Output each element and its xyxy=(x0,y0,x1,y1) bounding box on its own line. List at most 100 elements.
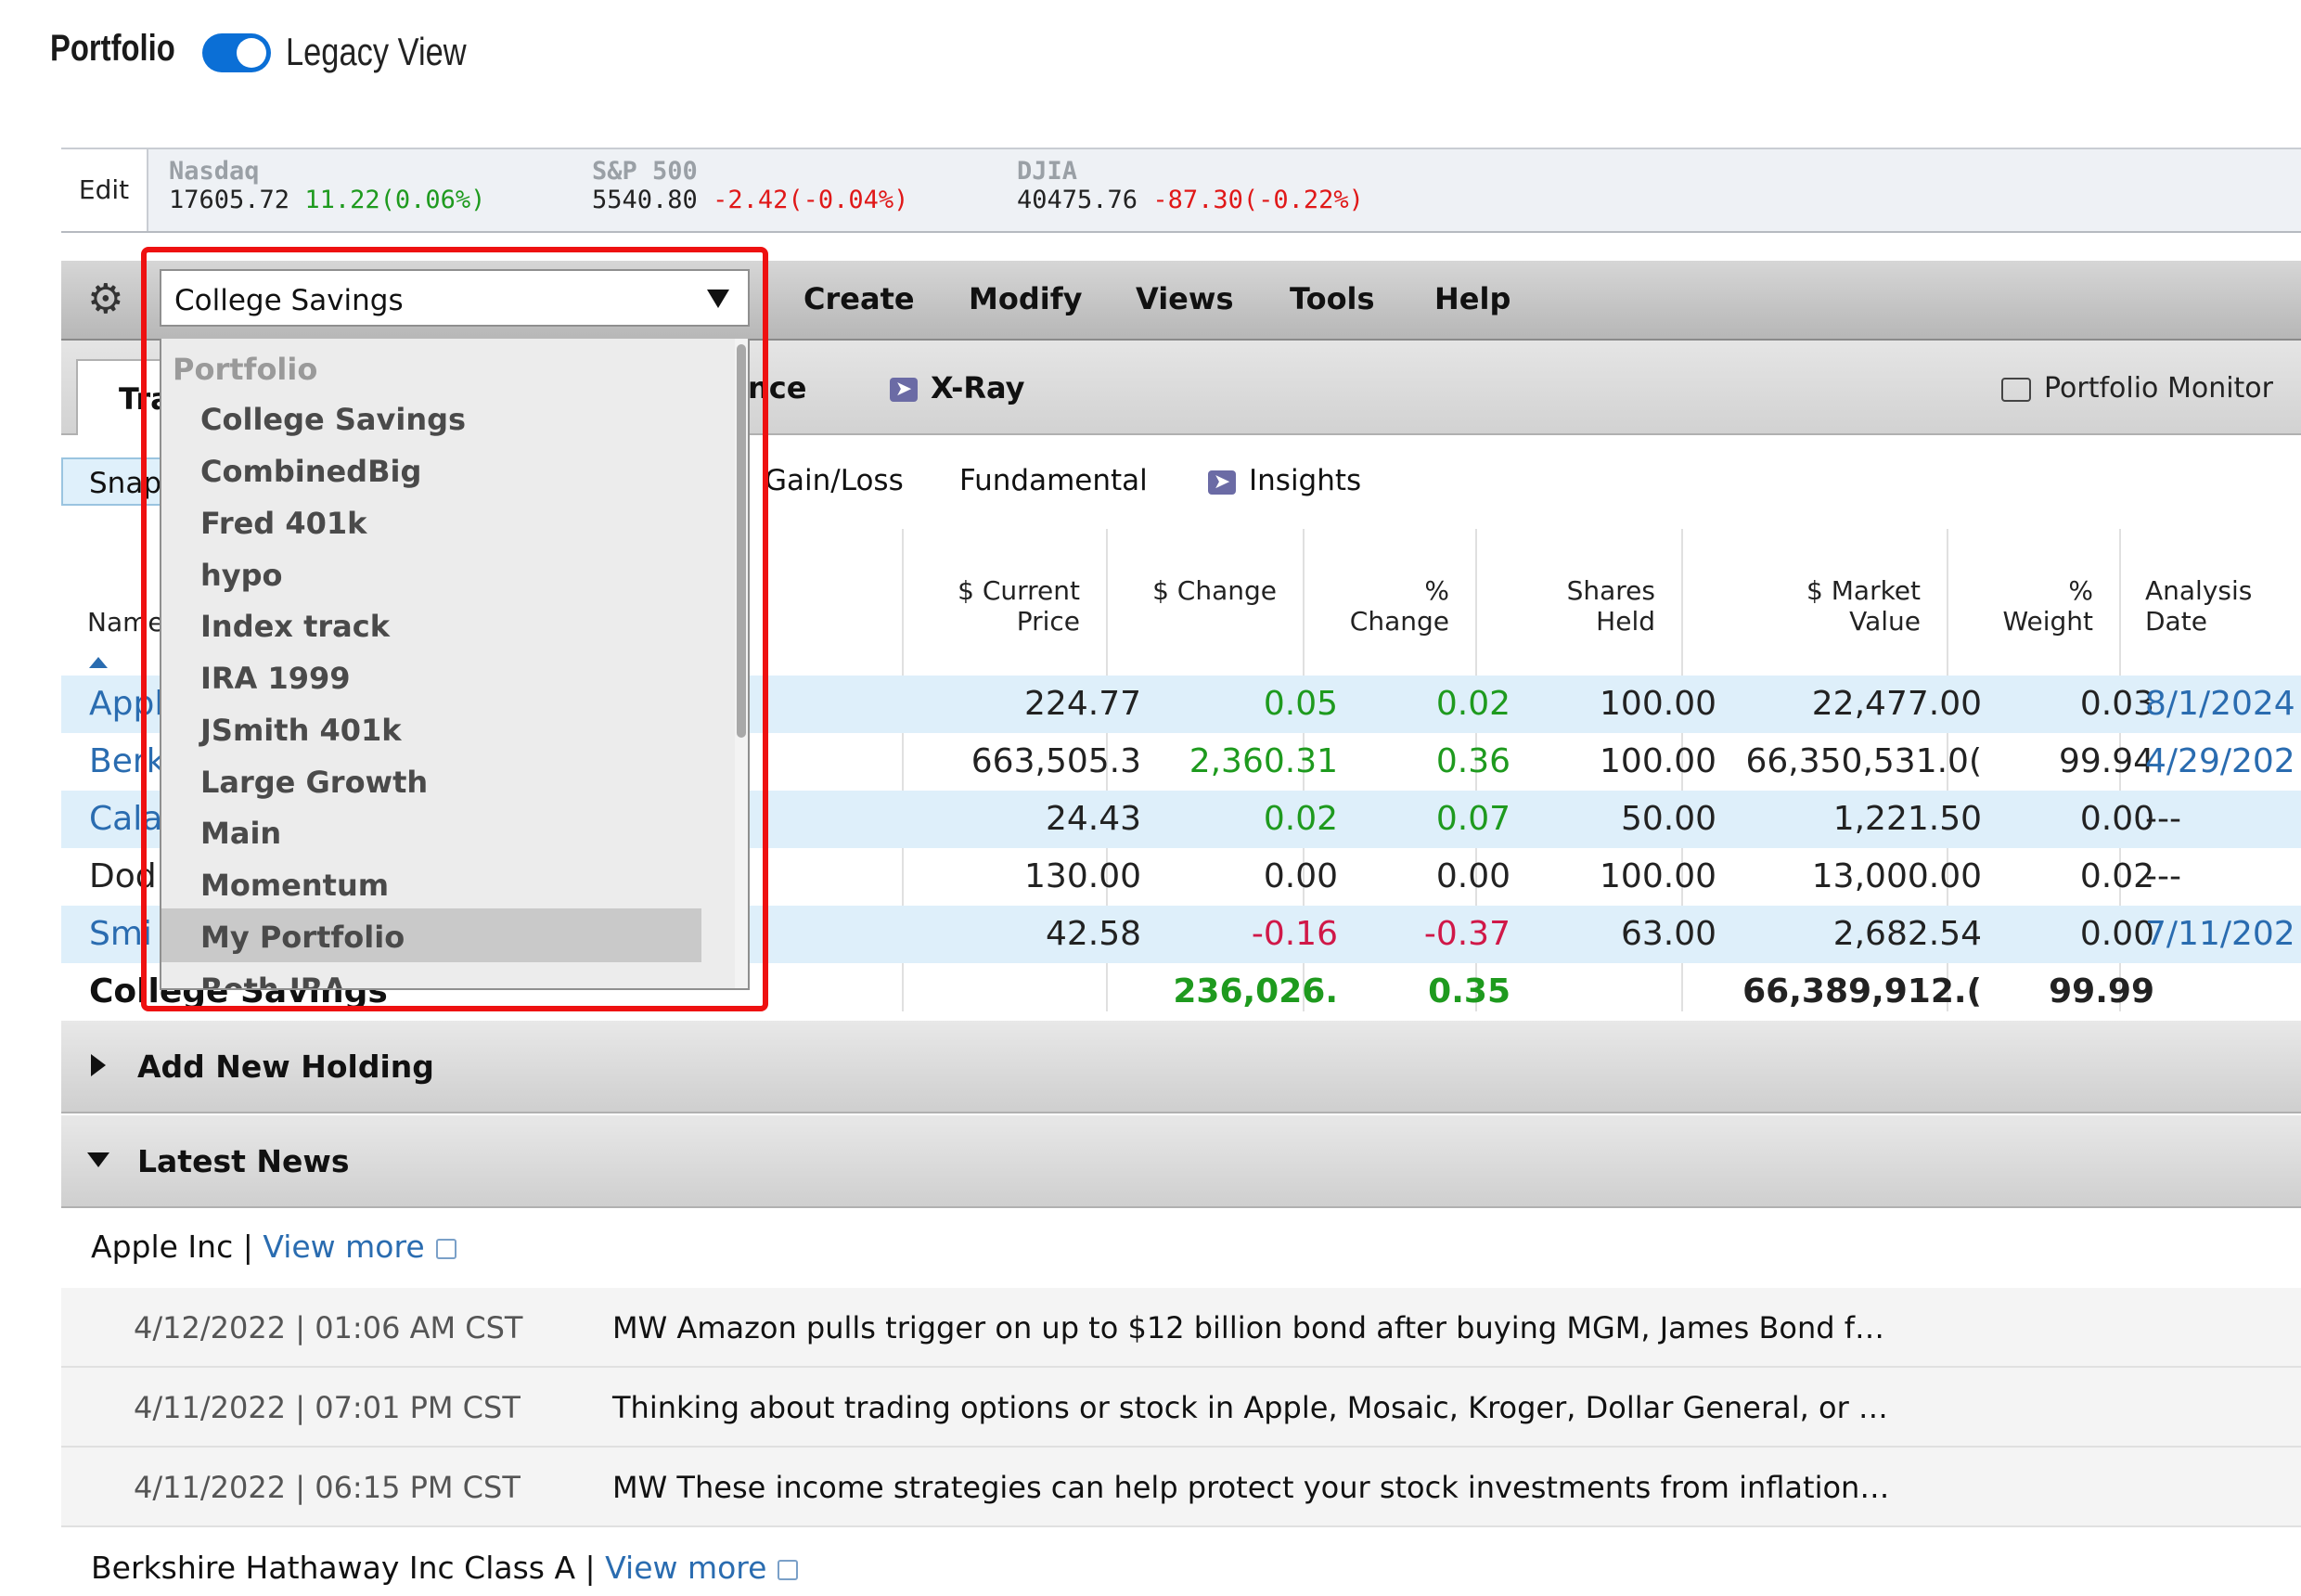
menu-modify[interactable]: Modify xyxy=(969,281,1082,316)
header-line: % xyxy=(2068,575,2093,606)
cell-shares-held: 63.00 xyxy=(1620,915,1716,953)
total-pct-change: 0.35 xyxy=(1428,972,1510,1010)
col-header-weight[interactable]: % Weight xyxy=(1954,575,2093,637)
cell-shares-held: 100.00 xyxy=(1600,857,1716,895)
news-item[interactable]: 4/11/2022 | 07:01 PM CST Thinking about … xyxy=(61,1368,2301,1448)
separator: | xyxy=(242,1229,253,1265)
header-line: $ Change xyxy=(1152,575,1277,606)
col-header-change[interactable]: $ Change xyxy=(1113,575,1277,606)
news-headline[interactable]: MW Amazon pulls trigger on up to $12 bil… xyxy=(612,1310,1884,1345)
cell-pct-change: 0.02 xyxy=(1435,685,1510,723)
header-line: Value xyxy=(1849,606,1921,637)
legacy-view-label: Legacy View xyxy=(286,30,467,73)
news-date: 4/12/2022 | 01:06 AM CST xyxy=(134,1310,523,1345)
index-value: 40475.76 xyxy=(1017,186,1138,214)
portfolio-monitor-link[interactable]: Portfolio Monitor xyxy=(2001,372,2273,405)
header-line: % xyxy=(1424,575,1449,606)
cell-analysis-date-link[interactable]: 7/11/202 xyxy=(2145,915,2295,953)
cell-weight: 99.94 xyxy=(2058,742,2154,780)
collapse-icon xyxy=(87,1152,109,1167)
cell-pct-change: 0.36 xyxy=(1435,742,1510,780)
view-more-link[interactable]: View more xyxy=(263,1229,424,1265)
index-value: 5540.80 xyxy=(592,186,698,214)
cell-pct-change: 0.07 xyxy=(1435,800,1510,838)
index-sp500: S&P 500 5540.80 -2.42(-0.04%) xyxy=(592,157,908,214)
subtab-fundamental[interactable]: Fundamental xyxy=(959,464,1148,497)
cell-shares-held: 100.00 xyxy=(1600,685,1716,723)
view-more-link[interactable]: View more xyxy=(605,1550,766,1586)
add-holding-section[interactable]: Add New Holding xyxy=(61,1021,2301,1113)
cell-current-price: 130.00 xyxy=(1024,857,1141,895)
cell-market-value: 1,221.50 xyxy=(1832,800,1982,838)
gear-icon[interactable]: ⚙ xyxy=(87,277,123,322)
cell-pct-change: 0.00 xyxy=(1435,857,1510,895)
cell-pct-change: -0.37 xyxy=(1423,915,1510,953)
col-header-shares-held[interactable]: Shares Held xyxy=(1483,575,1655,637)
menu-views[interactable]: Views xyxy=(1136,281,1233,316)
cell-weight: 0.00 xyxy=(2079,800,2154,838)
index-name: DJIA xyxy=(1017,157,1078,186)
cell-shares-held: 100.00 xyxy=(1600,742,1716,780)
tab-label: X-Ray xyxy=(931,370,1025,405)
index-djia: DJIA 40475.76 -87.30(-0.22%) xyxy=(1017,157,1364,214)
cell-change: -0.16 xyxy=(1251,915,1338,953)
section-title: Add New Holding xyxy=(137,1049,434,1085)
tab-xray[interactable]: ➤ X-Ray xyxy=(890,370,1024,405)
news-company-header: Apple Inc | View more xyxy=(91,1229,456,1265)
cell-change: 0.02 xyxy=(1263,800,1338,838)
news-headline[interactable]: Thinking about trading options or stock … xyxy=(612,1390,1888,1425)
header-line: Date xyxy=(2145,606,2207,637)
col-header-current-price[interactable]: $ Current Price xyxy=(909,575,1080,637)
section-title: Latest News xyxy=(137,1143,350,1179)
company-name: Berkshire Hathaway Inc Class A xyxy=(91,1550,576,1586)
news-item[interactable]: 4/12/2022 | 01:06 AM CST MW Amazon pulls… xyxy=(61,1288,2301,1368)
edit-indices-button[interactable]: Edit xyxy=(61,149,148,231)
xray-icon: ➤ xyxy=(890,378,918,402)
cell-analysis-date: --- xyxy=(2145,857,2181,895)
company-name: Apple Inc xyxy=(91,1229,234,1265)
header-line: Held xyxy=(1596,606,1655,637)
news-headline[interactable]: MW These income strategies can help prot… xyxy=(612,1470,1889,1505)
cell-change: 0.05 xyxy=(1263,685,1338,723)
subtab-insights[interactable]: ➤ Insights xyxy=(1208,464,1361,497)
header-line: Shares xyxy=(1566,575,1655,606)
cell-analysis-date: --- xyxy=(2145,800,2181,838)
cell-current-price: 24.43 xyxy=(1045,800,1141,838)
index-nasdaq: Nasdaq 17605.72 11.22(0.06%) xyxy=(169,157,485,214)
index-change: -2.42(-0.04%) xyxy=(713,186,909,214)
cell-market-value: 13,000.00 xyxy=(1811,857,1982,895)
legacy-view-toggle[interactable] xyxy=(202,33,271,72)
col-header-analysis-date[interactable]: Analysis Date xyxy=(2145,575,2252,637)
total-weight: 99.99 xyxy=(2049,972,2154,1010)
portfolio-monitor-label: Portfolio Monitor xyxy=(2044,372,2273,405)
market-indices-bar: Edit Nasdaq 17605.72 11.22(0.06%) S&P 50… xyxy=(61,148,2301,233)
cell-change: 2,360.31 xyxy=(1189,742,1338,780)
separator: | xyxy=(585,1550,596,1586)
subtab-gainloss[interactable]: Gain/Loss xyxy=(765,464,904,497)
briefcase-icon xyxy=(2001,377,2031,402)
cell-change: 0.00 xyxy=(1263,857,1338,895)
index-change: -87.30(-0.22%) xyxy=(1152,186,1364,214)
menu-create[interactable]: Create xyxy=(803,281,915,316)
menu-help[interactable]: Help xyxy=(1434,281,1510,316)
cell-market-value: 22,477.00 xyxy=(1811,685,1982,723)
external-link-icon xyxy=(778,1559,799,1580)
index-value: 17605.72 xyxy=(169,186,290,214)
menu-tools[interactable]: Tools xyxy=(1290,281,1375,316)
index-change: 11.22(0.06%) xyxy=(304,186,486,214)
col-header-pct-change[interactable]: % Change xyxy=(1310,575,1449,637)
expand-icon xyxy=(91,1054,106,1076)
page-title: Portfolio xyxy=(50,28,175,69)
header-line: Weight xyxy=(2002,606,2093,637)
external-link-icon xyxy=(435,1238,456,1259)
total-market-value: 66,389,912.( xyxy=(1742,972,1982,1010)
index-name: Nasdaq xyxy=(169,157,260,186)
cell-analysis-date-link[interactable]: 4/29/202 xyxy=(2145,742,2295,780)
sort-ascending-icon xyxy=(89,657,108,668)
latest-news-section[interactable]: Latest News xyxy=(61,1115,2301,1208)
cell-analysis-date-link[interactable]: 8/1/2024 xyxy=(2145,685,2295,723)
cell-weight: 0.03 xyxy=(2079,685,2154,723)
header-line: Analysis xyxy=(2145,575,2253,606)
news-item[interactable]: 4/11/2022 | 06:15 PM CST MW These income… xyxy=(61,1448,2301,1527)
col-header-market-value[interactable]: $ Market Value xyxy=(1689,575,1921,637)
